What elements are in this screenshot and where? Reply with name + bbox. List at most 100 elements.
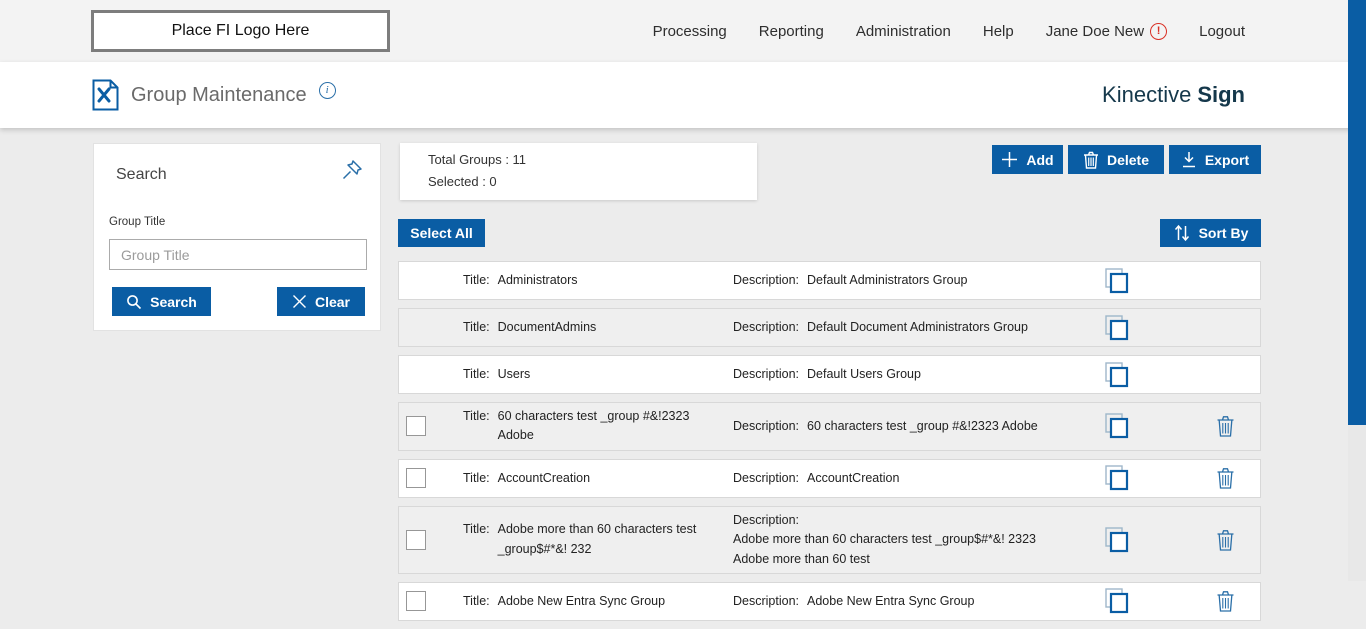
table-row: Title: Adobe more than 60 characters test…: [398, 506, 1261, 574]
nav-logout[interactable]: Logout: [1199, 23, 1245, 40]
info-icon[interactable]: i: [319, 82, 336, 99]
table-row: Title:Users Description: Default Users Gr…: [398, 355, 1261, 394]
description-label: Description:: [733, 469, 799, 488]
trash-icon[interactable]: [1216, 529, 1235, 551]
title-label: Title:: [463, 318, 490, 337]
clear-button-label: Clear: [315, 294, 350, 310]
row-title-cell: Title: Administrators: [463, 271, 733, 290]
trash-icon[interactable]: [1216, 467, 1235, 489]
top-bar: Place FI Logo Here Processing Reporting …: [0, 0, 1366, 62]
total-groups-count: Total Groups : 11: [428, 152, 757, 167]
copy-icon[interactable]: [1104, 412, 1130, 440]
copy-icon[interactable]: [1104, 361, 1130, 389]
row-title-value: AccountCreation: [498, 469, 590, 488]
fi-logo-text: Place FI Logo Here: [172, 22, 310, 40]
description-label: Description:: [733, 365, 799, 384]
trash-icon[interactable]: [1216, 590, 1235, 612]
row-description-value: Adobe New Entra Sync Group: [807, 592, 974, 611]
table-row: Title: DocumentAdmins Description:Default…: [398, 308, 1261, 347]
row-description-cell: Description: Default Administrators Group: [733, 271, 1104, 290]
row-title-value: Users: [498, 365, 531, 384]
selected-count: Selected : 0: [428, 174, 757, 189]
row-description-value: AccountCreation: [807, 469, 899, 488]
row-title-cell: Title: AccountCreation: [463, 469, 733, 488]
row-title-cell: Title:Users: [463, 365, 733, 384]
row-checkbox[interactable]: [406, 530, 426, 550]
row-description-cell: Description:Adobe more than 60 character…: [733, 511, 1104, 569]
sort-icon: [1173, 224, 1191, 242]
trash-icon: [1083, 151, 1099, 169]
row-description-value: Default Users Group: [807, 365, 921, 384]
nav-administration[interactable]: Administration: [856, 23, 951, 40]
scrollbar-track[interactable]: [1348, 0, 1366, 581]
table-row: Title: 60 characters test _group #&!2323 …: [398, 402, 1261, 451]
fi-logo-placeholder: Place FI Logo Here: [91, 10, 390, 52]
row-checkbox[interactable]: [406, 591, 426, 611]
delete-button[interactable]: Delete: [1068, 145, 1164, 174]
search-button[interactable]: Search: [112, 287, 211, 316]
row-title-value: DocumentAdmins: [498, 318, 597, 337]
brand-logo: Kinective Sign: [1102, 62, 1245, 128]
table-row: Title: AccountCreation Description: Accoun…: [398, 459, 1261, 498]
row-description-cell: Description: AccountCreation: [733, 469, 1104, 488]
row-checkbox[interactable]: [406, 468, 426, 488]
title-label: Title:: [463, 271, 490, 290]
select-all-label: Select All: [410, 225, 473, 241]
copy-icon[interactable]: [1104, 587, 1130, 615]
description-label: Description:: [733, 592, 799, 611]
row-description-cell: Description:Default Document Administrat…: [733, 318, 1104, 337]
row-title-value: Adobe New Entra Sync Group: [498, 592, 665, 611]
description-label: Description:: [733, 271, 799, 290]
title-label: Title:: [463, 520, 490, 539]
nav-help[interactable]: Help: [983, 23, 1014, 40]
group-title-input[interactable]: [109, 239, 367, 270]
description-label: Description:: [733, 511, 799, 530]
row-description-value: Adobe more than 60 characters test _grou…: [733, 530, 1038, 569]
nav-processing[interactable]: Processing: [653, 23, 727, 40]
group-maintenance-icon: [92, 79, 119, 111]
row-checkbox[interactable]: [406, 416, 426, 436]
export-button[interactable]: Export: [1169, 145, 1261, 174]
plus-icon: [1001, 151, 1018, 168]
search-button-label: Search: [150, 294, 197, 310]
sort-by-label: Sort By: [1199, 225, 1249, 241]
page-header-bar: Group Maintenance i Kinective Sign: [0, 62, 1366, 128]
copy-icon[interactable]: [1104, 314, 1130, 342]
download-icon: [1181, 151, 1197, 168]
row-title-cell: Title:60 characters test _group #&!2323 …: [463, 407, 733, 446]
row-description-value: 60 characters test _group #&!2323 Adobe: [807, 417, 1038, 436]
row-title-value: Adobe more than 60 characters test _grou…: [498, 520, 698, 559]
row-title-cell: Title: Adobe New Entra Sync Group: [463, 592, 733, 611]
pin-icon[interactable]: [340, 158, 364, 182]
sort-by-button[interactable]: Sort By: [1160, 219, 1261, 247]
description-label: Description:: [733, 417, 799, 436]
row-title-cell: Title: DocumentAdmins: [463, 318, 733, 337]
select-all-button[interactable]: Select All: [398, 219, 485, 247]
copy-icon[interactable]: [1104, 526, 1130, 554]
row-title-cell: Title: Adobe more than 60 characters test…: [463, 520, 733, 559]
copy-icon[interactable]: [1104, 464, 1130, 492]
title-label: Title:: [463, 592, 490, 611]
user-name-label: Jane Doe New: [1046, 23, 1144, 40]
scrollbar-thumb[interactable]: [1348, 0, 1366, 425]
row-description-cell: Description: Default Users Group: [733, 365, 1104, 384]
row-title-value: Administrators: [498, 271, 578, 290]
page-title: Group Maintenance: [131, 84, 307, 107]
brand-name: Kinective: [1102, 82, 1191, 108]
group-title-label: Group Title: [109, 216, 165, 228]
copy-icon[interactable]: [1104, 267, 1130, 295]
row-description-value: Default Administrators Group: [807, 271, 968, 290]
row-description-cell: Description: 60 characters test _group #&…: [733, 417, 1104, 436]
add-button[interactable]: Add: [992, 145, 1063, 174]
delete-button-label: Delete: [1107, 152, 1149, 168]
nav-reporting[interactable]: Reporting: [759, 23, 824, 40]
main-nav: Processing Reporting Administration Help…: [653, 0, 1245, 62]
title-label: Title:: [463, 407, 490, 426]
nav-user-menu[interactable]: Jane Doe New !: [1046, 23, 1167, 40]
row-description-cell: Description: Adobe New Entra Sync Group: [733, 592, 1104, 611]
clear-button[interactable]: Clear: [277, 287, 365, 316]
close-icon: [292, 294, 307, 309]
group-list: Title:Administrators Description:Default…: [398, 261, 1261, 629]
trash-icon[interactable]: [1216, 415, 1235, 437]
title-label: Title:: [463, 469, 490, 488]
